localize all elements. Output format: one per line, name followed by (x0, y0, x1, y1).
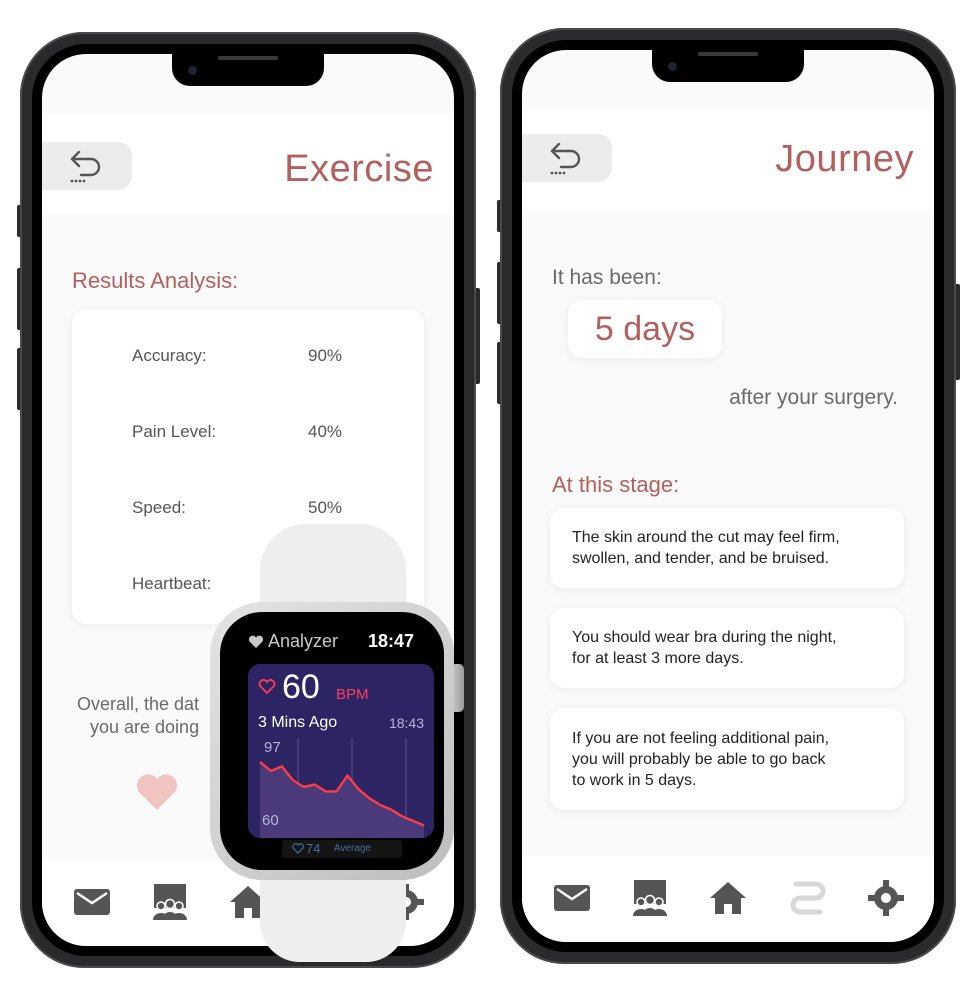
stage-card-2: You should wear bra during the night, fo… (550, 608, 904, 688)
y-min-label: 60 (262, 812, 279, 829)
community-icon (153, 884, 187, 920)
pain-level-value: 40% (308, 422, 343, 441)
heart-rate-area (260, 761, 424, 838)
notch (172, 54, 324, 86)
intro-text: It has been: (552, 266, 662, 289)
bpm-unit: BPM (336, 686, 369, 703)
stage-line: The skin around the cut may feel firm, (572, 529, 840, 546)
accuracy-value: 90% (308, 346, 343, 365)
header: Exercise (42, 114, 454, 214)
stage-card-3: If you are not feeling additional pain, … (550, 708, 904, 810)
watch: Analyzer 18:47 60 BPM 3 Mins Ago 18:43 9… (210, 602, 454, 880)
back-button[interactable] (522, 134, 612, 182)
camera (188, 66, 197, 75)
bpm-value: 60 (282, 668, 320, 706)
stage-line: to work in 5 days. (572, 771, 697, 789)
pain-level-label: Pain Level: (132, 422, 217, 441)
home-icon (710, 882, 746, 914)
stage-card-1: The skin around the cut may feel firm, s… (550, 508, 904, 588)
watch-screen: Analyzer 18:47 60 BPM 3 Mins Ago 18:43 9… (220, 612, 444, 870)
heart-icon[interactable] (134, 772, 180, 812)
nav-journey[interactable] (786, 876, 830, 920)
stage-text: You should wear bra during the night, fo… (572, 627, 836, 669)
speed-label: Speed: (132, 498, 186, 517)
last-reading-time: 18:43 (388, 715, 424, 731)
camera (668, 62, 677, 71)
watch-band-bottom (260, 868, 406, 962)
watch-app-name: Analyzer (268, 631, 339, 651)
stage-text: If you are not feeling additional pain, … (572, 728, 829, 791)
stage-text: The skin around the cut may feel firm, s… (572, 527, 840, 569)
days-count: 5 days (594, 309, 696, 348)
average-value: 74 (306, 841, 321, 856)
stage-line: If you are not feeling additional pain, (572, 729, 830, 747)
nav-settings[interactable] (864, 876, 908, 920)
journey-screen: Journey It has been: 5 days after your s… (522, 50, 934, 942)
stage-line: swollen, and tender, and be bruised. (572, 550, 830, 567)
bottom-nav (522, 856, 934, 942)
heart-rate-panel[interactable]: 60 BPM 3 Mins Ago 18:43 97 60 (248, 664, 434, 838)
last-reading-label: 3 Mins Ago (258, 714, 338, 731)
settings-icon (868, 880, 904, 916)
stage-line: you will probably be able to go back (572, 750, 826, 768)
nav-mail[interactable] (550, 876, 594, 920)
speaker (698, 52, 758, 56)
nav-home[interactable] (706, 876, 750, 920)
stage-line: for at least 3 more days. (572, 650, 744, 667)
average-label: Average (334, 843, 372, 854)
heart-icon (248, 635, 264, 648)
overall-line-1: Overall, the dat (77, 694, 200, 714)
watch-time: 18:47 (367, 631, 414, 651)
nav-community[interactable] (628, 876, 672, 920)
mail-icon (554, 885, 590, 911)
notch (652, 50, 804, 82)
back-arrow-icon (70, 150, 101, 183)
heart-outline-icon (258, 679, 276, 695)
speed-value: 50% (308, 498, 343, 517)
heartbeat-label: Heartbeat: (132, 574, 212, 593)
journey-icon (790, 881, 826, 915)
stage-line: You should wear bra during the night, (572, 629, 837, 646)
community-icon (633, 880, 667, 916)
accuracy-label: Accuracy: (132, 346, 207, 365)
watch-band-top (260, 524, 406, 614)
nav-community[interactable] (148, 880, 192, 924)
average-bar: 74 Average (282, 840, 402, 858)
nav-mail[interactable] (70, 880, 114, 924)
page-title: Exercise (284, 148, 434, 190)
speaker (218, 56, 278, 60)
back-arrow-icon (550, 142, 581, 175)
stage-heading: At this stage: (552, 472, 680, 497)
back-button[interactable] (42, 142, 132, 190)
page-title: Journey (775, 138, 914, 180)
overall-line-2: you are doing (90, 717, 200, 737)
after-text: after your surgery. (729, 386, 898, 409)
days-card: 5 days (568, 300, 722, 358)
results-heading: Results Analysis: (72, 268, 239, 293)
heart-outline-icon (292, 843, 304, 854)
phone-bezel: Journey It has been: 5 days after your s… (512, 40, 944, 952)
header: Journey (522, 110, 934, 210)
right-phone: Journey It has been: 5 days after your s… (500, 28, 956, 964)
mail-icon (74, 889, 110, 915)
y-max-label: 97 (264, 739, 281, 756)
